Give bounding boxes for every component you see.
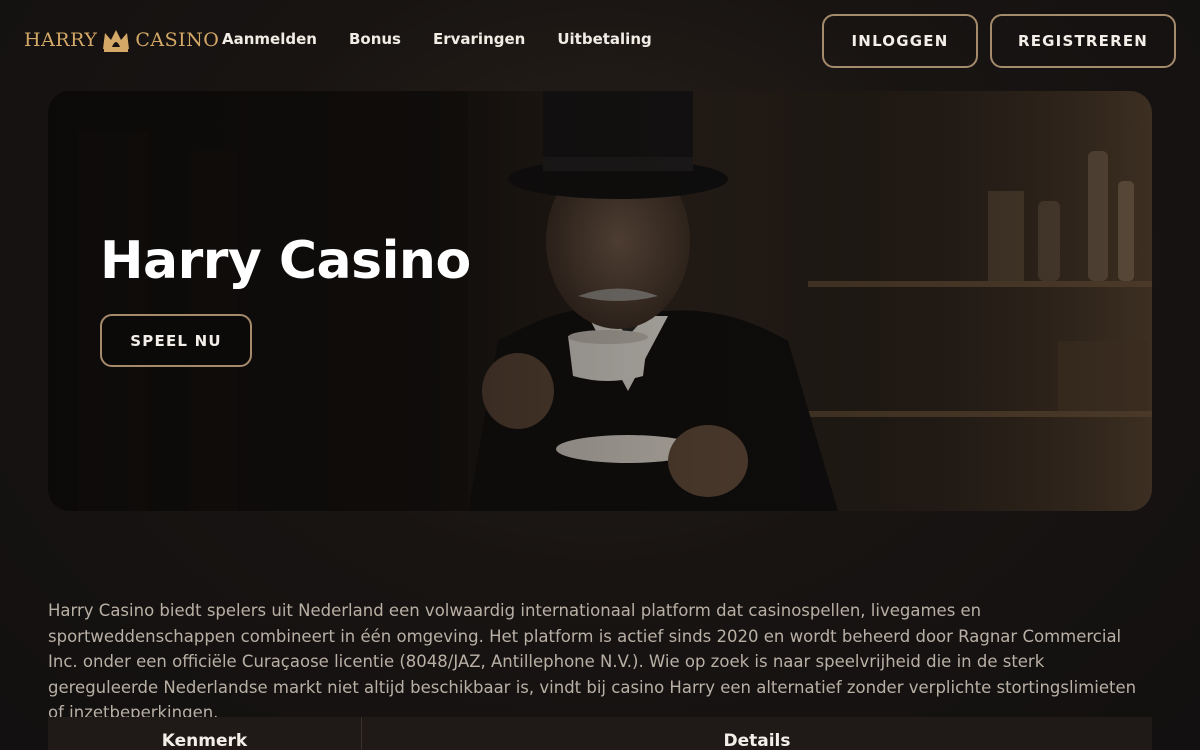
- hero-gentleman-image: [48, 91, 1152, 511]
- table-header-feature: Kenmerk: [48, 717, 362, 750]
- register-button[interactable]: REGISTREREN: [990, 14, 1176, 68]
- nav-item-ervaringen[interactable]: Ervaringen: [433, 30, 525, 48]
- hero-banner: Harry Casino SPEEL NU: [48, 91, 1152, 511]
- table-header-details: Details: [723, 731, 791, 750]
- main-nav: Aanmelden Bonus Ervaringen Uitbetaling: [222, 30, 652, 48]
- nav-item-aanmelden[interactable]: Aanmelden: [222, 30, 317, 48]
- nav-item-bonus[interactable]: Bonus: [349, 30, 401, 48]
- site-logo[interactable]: HARRY CASINO: [24, 26, 219, 54]
- play-now-button[interactable]: SPEEL NU: [100, 314, 252, 367]
- crown-icon: [103, 30, 130, 52]
- intro-paragraph: Harry Casino biedt spelers uit Nederland…: [48, 601, 1137, 722]
- nav-item-uitbetaling[interactable]: Uitbetaling: [557, 30, 651, 48]
- hero-title: Harry Casino: [100, 231, 471, 291]
- logo-text-right: CASINO: [135, 29, 220, 51]
- logo-text-left: HARRY: [24, 29, 98, 51]
- features-table: Kenmerk Details: [48, 717, 1152, 750]
- site-header: HARRY CASINO Aanmelden Bonus Ervaringen …: [0, 0, 1200, 82]
- login-button[interactable]: INLOGGEN: [822, 14, 978, 68]
